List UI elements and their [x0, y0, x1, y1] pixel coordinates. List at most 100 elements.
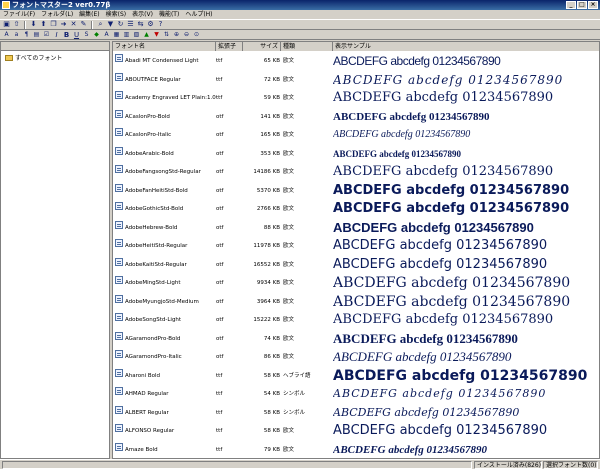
preview-icon[interactable]: ▤: [32, 31, 41, 39]
font-small-icon[interactable]: a: [12, 31, 21, 39]
font-name-cell: AdobeHebrew-Bold: [125, 224, 178, 231]
install-icon[interactable]: ⬇: [29, 20, 38, 29]
font-file-icon: [115, 54, 123, 62]
help-icon[interactable]: ?: [156, 20, 165, 29]
detail-view-icon[interactable]: ▥: [122, 31, 131, 39]
bold-toggle-icon[interactable]: B: [62, 31, 71, 39]
move-icon[interactable]: ➜: [59, 20, 68, 29]
table-row[interactable]: ALFONSO Regular ttf 58 KB 欧文 ABCDEFG abcdefg…: [113, 422, 599, 441]
menu-edit[interactable]: 編集(E): [76, 10, 102, 19]
font-sample-cell: ABCDEFG abcdefg 01234567890: [333, 54, 501, 68]
toolbar: ▣ ⇧ ⬇ ⬆ ❐ ➜ ✕ ✎ ⌕ ▼ ↻ ☰ ⇆ ⚙ ?: [0, 19, 600, 30]
font-file-icon: [115, 91, 123, 99]
font-large-icon[interactable]: A: [2, 31, 11, 39]
menu-file[interactable]: ファイル(F): [0, 10, 38, 19]
zoom-reset-icon[interactable]: ⊙: [192, 31, 201, 39]
font-file-icon: [115, 294, 123, 303]
delete-icon[interactable]: ✕: [69, 20, 78, 29]
table-row[interactable]: AdobeMingStd-Light otf 9934 KB 欧文 ABCDEFG ab…: [113, 274, 599, 293]
column-sample[interactable]: 表示サンプル: [333, 42, 599, 51]
copy-icon[interactable]: ❐: [49, 20, 58, 29]
grid-view-icon[interactable]: ▧: [132, 31, 141, 39]
table-row[interactable]: Aharoni Bold ttf 58 KB ヘブライ語 ABCDEFG abcdefg…: [113, 367, 599, 386]
column-extension[interactable]: 拡張子: [216, 42, 243, 51]
table-row[interactable]: ABOUTFACE Regular ttf 72 KB 欧文 ABCDEFG abcde…: [113, 71, 599, 90]
font-name-cell: ALFONSO Regular: [125, 428, 175, 434]
menu-folder[interactable]: フォルダ(L): [38, 10, 76, 19]
table-row[interactable]: AdobeKaitiStd-Regular otf 16552 KB 欧文 ABCDEF…: [113, 256, 599, 275]
tree-item-label: すべてのフォント: [15, 55, 63, 62]
sort-icon[interactable]: ⇅: [162, 31, 171, 39]
column-kind[interactable]: 種類: [281, 42, 333, 51]
table-row[interactable]: AdobeSongStd-Light otf 15222 KB 欧文 ABCDEFG a…: [113, 311, 599, 330]
font-kind-cell: 欧文: [283, 169, 295, 175]
table-row[interactable]: AHMAD Regular ttf 54 KB シンボル ABCDEFG abcdefg…: [113, 385, 599, 404]
settings-icon[interactable]: ⚙: [146, 20, 155, 29]
font-kind-cell: 欧文: [283, 132, 295, 138]
select-all-icon[interactable]: ☑: [42, 31, 51, 39]
list-view-icon[interactable]: ▦: [112, 31, 121, 39]
font-sample-cell: ABCDEFG abcdefg 01234567890: [333, 387, 547, 400]
font-name-cell: AHMAD Regular: [125, 391, 169, 397]
table-row[interactable]: Abadi MT Condensed Light ttf 65 KB 欧文 ABCDEF…: [113, 52, 599, 71]
table-row[interactable]: AdobeFanHeitiStd-Bold otf 5370 KB 欧文 ABCDEFG…: [113, 182, 599, 201]
font-file-icon: [115, 146, 123, 155]
table-row[interactable]: AGaramondPro-Bold otf 74 KB 欧文 ABCDEFG abcde…: [113, 330, 599, 349]
italic-toggle-icon[interactable]: I: [52, 31, 61, 39]
font-list[interactable]: フォント名 拡張子 サイズ 種類 表示サンプル Abadi MT Condens…: [112, 41, 600, 459]
strike-toggle-icon[interactable]: S: [82, 31, 91, 39]
rename-icon[interactable]: ✎: [79, 20, 88, 29]
minimize-button[interactable]: _: [566, 1, 576, 9]
font-ext-cell: ttf: [216, 95, 223, 101]
text-color-icon[interactable]: A: [102, 31, 111, 39]
filter-icon[interactable]: ▼: [106, 20, 115, 29]
install-selected-icon[interactable]: ▲: [142, 31, 151, 39]
font-name-cell: AdobeHeitiStd-Regular: [125, 243, 188, 249]
font-file-icon: [115, 313, 123, 321]
table-row[interactable]: Academy Engraved LET Plain:1.0 ttf 59 KB 欧文…: [113, 89, 599, 108]
up-folder-icon[interactable]: ⇧: [12, 20, 21, 29]
refresh-icon[interactable]: ↻: [116, 20, 125, 29]
compare-icon[interactable]: ⇆: [136, 20, 145, 29]
table-row[interactable]: ALBERT Regular ttf 58 KB シンボル ABCDEFG abcdef…: [113, 404, 599, 423]
folder-tree[interactable]: すべてのフォント: [0, 41, 110, 459]
table-row[interactable]: AdobeMyungjoStd-Medium otf 3964 KB 欧文 ABCDEF…: [113, 293, 599, 312]
zoom-out-icon[interactable]: ⊖: [182, 31, 191, 39]
menu-view[interactable]: 表示(V): [129, 10, 156, 19]
table-row[interactable]: Amaze Bold ttf 79 KB 欧文 ABCDEFG abcdefg 0123…: [113, 441, 599, 459]
font-kind-cell: 欧文: [283, 113, 295, 120]
menu-help[interactable]: ヘルプ(H): [182, 10, 215, 19]
column-size[interactable]: サイズ: [243, 42, 281, 51]
remove-selected-icon[interactable]: ▼: [152, 31, 161, 39]
close-button[interactable]: ×: [588, 1, 598, 9]
tree-item-all-fonts[interactable]: すべてのフォント: [5, 53, 62, 62]
table-row[interactable]: AdobeFangsongStd-Regular otf 14186 KB 欧文 ABC…: [113, 163, 599, 182]
maximize-button[interactable]: □: [577, 1, 587, 9]
table-row[interactable]: AdobeArabic-Bold otf 353 KB 欧文 ABCDEFG abcde…: [113, 145, 599, 164]
toolbar-separator: [91, 20, 93, 29]
font-kind-cell: 欧文: [283, 243, 295, 249]
font-ext-cell: otf: [216, 261, 224, 268]
table-row[interactable]: AGaramondPro-Italic otf 86 KB 欧文 ABCDEFG abc…: [113, 348, 599, 367]
menu-search[interactable]: 検索(S): [103, 10, 130, 19]
font-kind-cell: 欧文: [283, 150, 295, 157]
font-name-cell: AGaramondPro-Italic: [125, 354, 182, 360]
font-kind-cell: 欧文: [283, 95, 295, 101]
sample-text-icon[interactable]: ¶: [22, 31, 31, 39]
table-row[interactable]: AdobeHeitiStd-Regular otf 11978 KB 欧文 ABCDEF…: [113, 237, 599, 256]
font-name-cell: Amaze Bold: [125, 446, 158, 453]
font-size-cell: 58 KB: [263, 372, 280, 379]
uninstall-icon[interactable]: ⬆: [39, 20, 48, 29]
open-folder-icon[interactable]: ▣: [2, 20, 11, 29]
properties-icon[interactable]: ☰: [126, 20, 135, 29]
table-row[interactable]: AdobeGothicStd-Bold otf 2766 KB 欧文 ABCDEFG a…: [113, 200, 599, 219]
table-row[interactable]: ACaslonPro-Italic otf 165 KB 欧文 ABCDEFG abcd…: [113, 126, 599, 145]
menu-tools[interactable]: 機能(T): [156, 10, 182, 19]
zoom-in-icon[interactable]: ⊕: [172, 31, 181, 39]
column-font-name[interactable]: フォント名: [113, 42, 216, 51]
table-row[interactable]: AdobeHebrew-Bold otf 88 KB 欧文 ABCDEFG abcdef…: [113, 219, 599, 238]
underline-toggle-icon[interactable]: U: [72, 31, 81, 39]
table-row[interactable]: ACaslonPro-Bold otf 141 KB 欧文 ABCDEFG abcdef…: [113, 108, 599, 127]
search-icon[interactable]: ⌕: [96, 20, 105, 29]
tag-icon[interactable]: ◆: [92, 31, 101, 39]
